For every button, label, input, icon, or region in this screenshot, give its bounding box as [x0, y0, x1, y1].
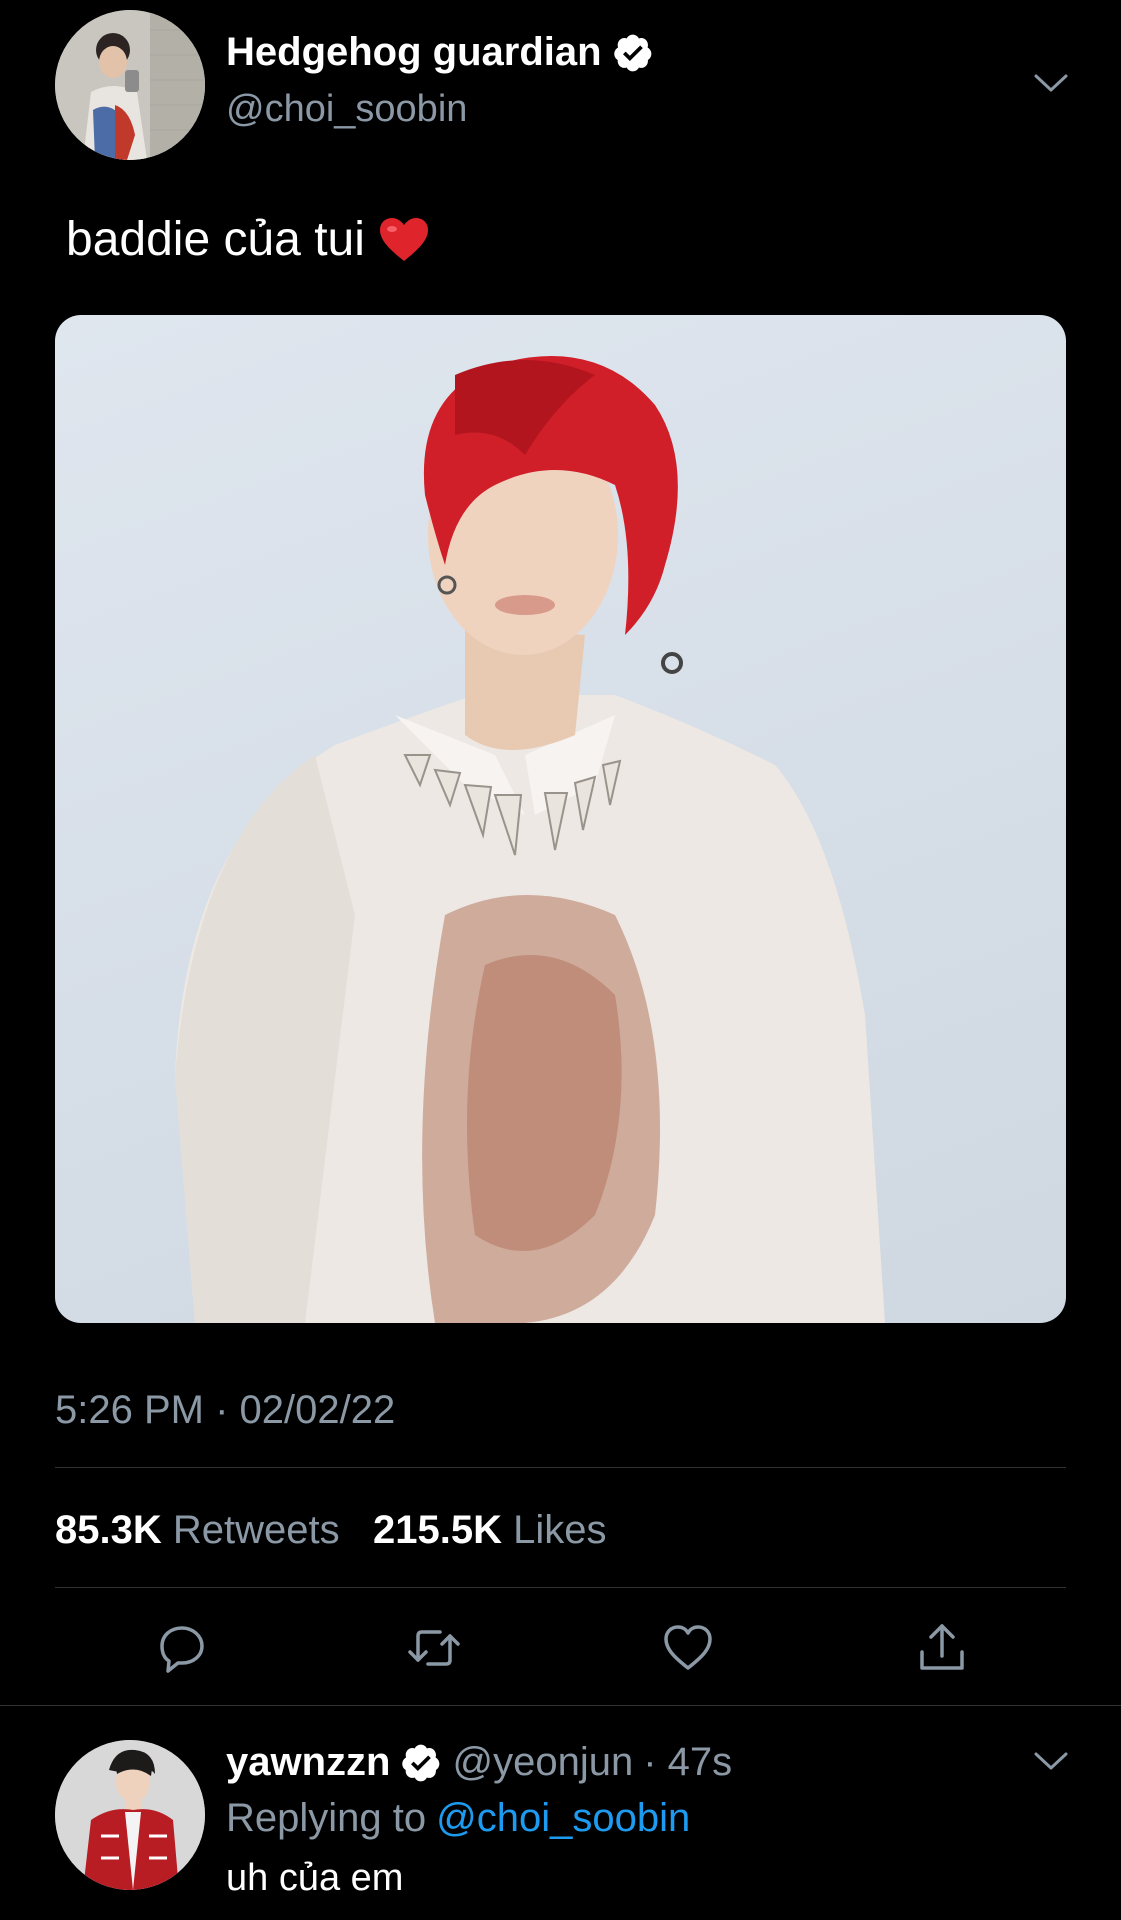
- replying-to-label: Replying to: [226, 1796, 427, 1840]
- retweets-stat[interactable]: 85.3K Retweets: [55, 1508, 340, 1552]
- tweet-text-content: baddie của tui: [66, 213, 365, 266]
- author-name-text: Hedgehog guardian: [226, 30, 602, 74]
- share-icon: [920, 1624, 964, 1670]
- verified-badge-icon: [613, 34, 651, 71]
- likes-label: Likes: [513, 1508, 607, 1552]
- reply-header: yawnzzn @yeonjun · 47s: [226, 1740, 732, 1785]
- reply-text: uh của em: [226, 1857, 404, 1899]
- like-button[interactable]: [660, 1620, 716, 1676]
- author-avatar-image: [55, 10, 205, 160]
- reply-author-handle[interactable]: @yeonjun: [452, 1740, 633, 1785]
- reply-age: · 47s: [643, 1740, 733, 1784]
- red-heart-icon: [379, 217, 428, 261]
- retweets-count: 85.3K: [55, 1508, 162, 1552]
- divider: [55, 1587, 1066, 1588]
- chevron-down-icon[interactable]: [1033, 1750, 1069, 1772]
- author-handle[interactable]: @choi_soobin: [226, 88, 467, 131]
- chevron-down-icon[interactable]: [1033, 72, 1069, 94]
- verified-badge-icon: [402, 1744, 440, 1781]
- divider: [0, 1705, 1121, 1706]
- reply-icon: [160, 1626, 204, 1673]
- replying-to-handle[interactable]: @choi_soobin: [436, 1796, 690, 1841]
- author-avatar[interactable]: [55, 10, 205, 160]
- likes-stat[interactable]: 215.5K Likes: [373, 1508, 607, 1552]
- author-name[interactable]: Hedgehog guardian: [226, 30, 654, 75]
- retweets-label: Retweets: [172, 1508, 340, 1552]
- replying-to: Replying to @choi_soobin: [226, 1796, 690, 1841]
- reply-author-avatar[interactable]: [55, 1740, 205, 1890]
- reply-author-avatar-image: [55, 1740, 205, 1890]
- reply-author-name[interactable]: yawnzzn: [226, 1740, 390, 1785]
- tweet-photo-image: [175, 356, 885, 1323]
- likes-count: 215.5K: [372, 1508, 502, 1552]
- tweet-stats: 85.3K Retweets 215.5K Likes: [55, 1508, 606, 1553]
- share-button[interactable]: [914, 1620, 970, 1676]
- tweet-photo[interactable]: [55, 315, 1066, 1323]
- tweet-timestamp[interactable]: 5:26 PM · 02/02/22: [55, 1388, 395, 1433]
- tweet-text: baddie của tui: [66, 212, 429, 267]
- like-icon: [664, 1625, 712, 1670]
- retweet-icon: [408, 1630, 460, 1666]
- divider: [55, 1467, 1066, 1468]
- retweet-button[interactable]: [406, 1620, 462, 1676]
- reply-button[interactable]: [154, 1620, 210, 1676]
